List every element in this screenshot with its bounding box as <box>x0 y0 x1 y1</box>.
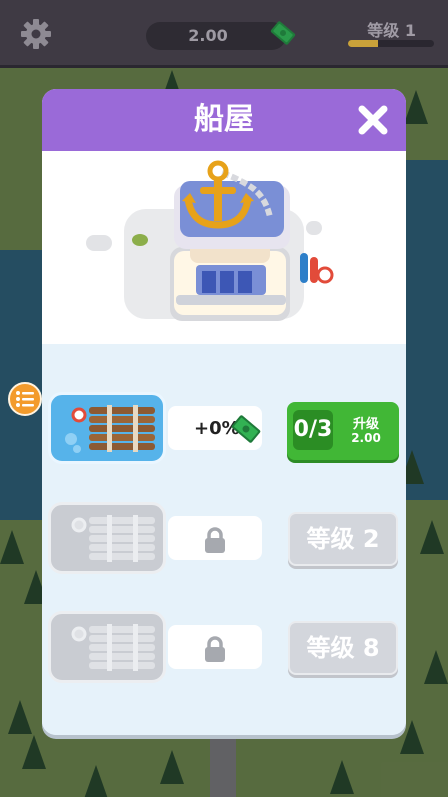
upgrade-row-1: +0% 0/3 升级 2.00 <box>48 392 400 468</box>
upgrade-row-2: 等级 2 <box>48 502 400 578</box>
level-requirement-button[interactable]: 等级 2 <box>288 512 398 566</box>
dialog-title: 船屋 <box>194 102 254 137</box>
building-illustration <box>42 151 406 344</box>
gear-icon[interactable] <box>20 18 52 50</box>
xp-progress-fill <box>348 40 379 47</box>
locked-box <box>168 516 262 560</box>
raft-thumbnail-locked <box>48 611 166 683</box>
upgrade-cost: 2.00 <box>351 431 381 445</box>
raft-icon <box>71 624 155 671</box>
list-icon <box>16 391 34 407</box>
xp-progress-bar <box>348 40 434 47</box>
raft-icon <box>65 405 155 453</box>
raft-icon <box>71 515 155 562</box>
close-icon[interactable] <box>356 103 390 137</box>
upgrade-label: 升级 <box>352 417 379 432</box>
upgrade-button[interactable]: 0/3 升级 2.00 <box>287 402 399 460</box>
money-display: 2.00 <box>146 22 286 50</box>
cash-icon <box>231 415 261 443</box>
upgrade-count: 0/3 <box>293 410 333 450</box>
player-level: 等级 1 <box>367 21 416 40</box>
upgrade-list: +0% 0/3 升级 2.00 等级 2 等级 8 <box>42 344 406 735</box>
locked-box <box>168 625 262 669</box>
bonus-box: +0% <box>168 406 262 450</box>
lock-icon <box>205 636 225 662</box>
raft-thumbnail-locked <box>48 502 166 574</box>
level-requirement-button[interactable]: 等级 8 <box>288 621 398 675</box>
raft-thumbnail <box>48 392 166 464</box>
top-bar: 2.00 等级 1 <box>0 0 448 68</box>
lock-icon <box>205 527 225 553</box>
dialog-header: 船屋 <box>42 89 406 151</box>
upgrade-row-3: 等级 8 <box>48 611 400 687</box>
list-menu-button[interactable] <box>8 382 42 416</box>
boathouse-dialog: 船屋 +0% 0/3 升级 2.00 等级 2 等级 8 <box>42 89 406 735</box>
money-icon <box>270 21 296 45</box>
